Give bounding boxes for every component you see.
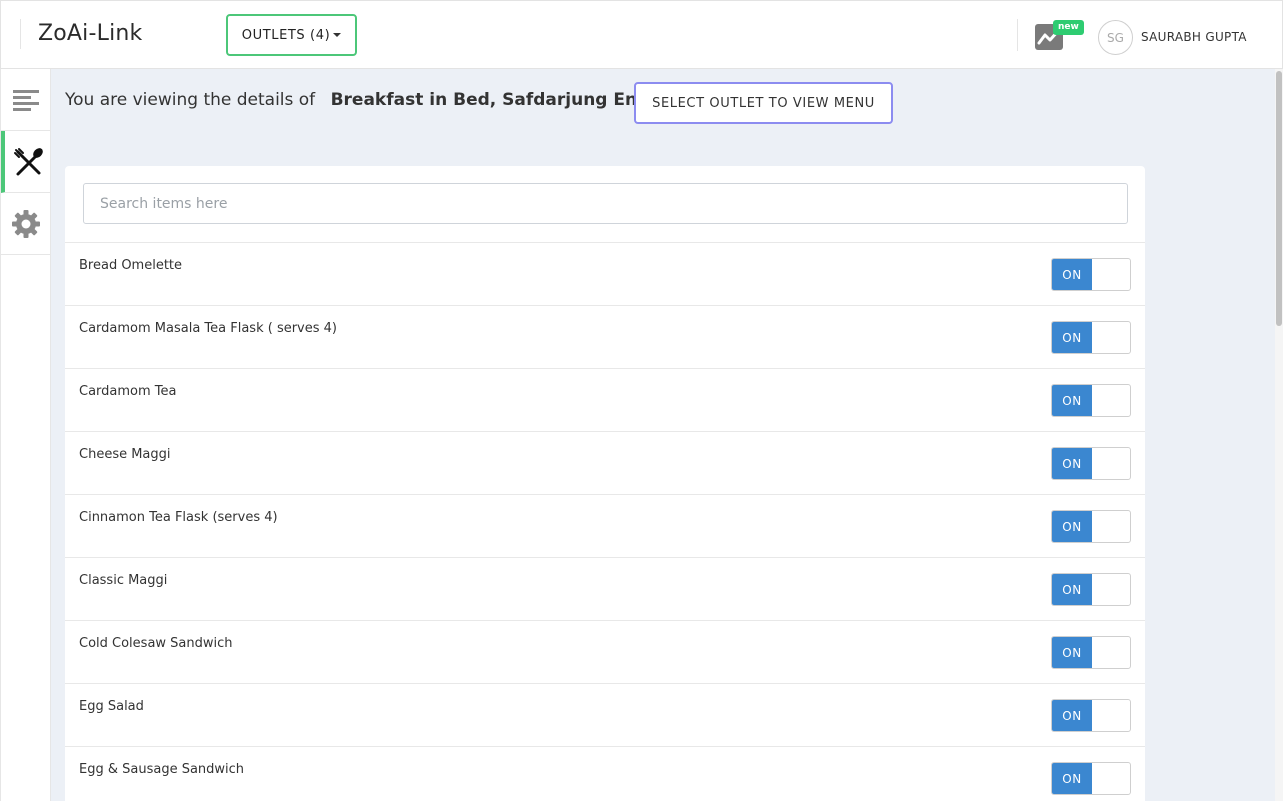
item-name: Classic Maggi xyxy=(79,573,168,588)
menu-items-panel: Bread OmeletteONCardamom Masala Tea Flas… xyxy=(65,166,1145,801)
outlets-dropdown-button[interactable]: OUTLETS (4) xyxy=(226,14,357,56)
gear-icon xyxy=(12,209,40,238)
toggle-on-label: ON xyxy=(1052,259,1092,290)
fork-knife-icon xyxy=(14,147,43,175)
list-item: Egg & Sausage Sandwich ON xyxy=(65,746,1145,801)
list-item: Cold Colesaw Sandwich ON xyxy=(65,620,1145,683)
top-bar: ZoAi-Link OUTLETS (4) new SG SAURABH GUP… xyxy=(0,0,1283,69)
new-badge: new xyxy=(1053,20,1084,35)
item-name: Cinnamon Tea Flask (serves 4) xyxy=(79,510,278,525)
toggle-on-label: ON xyxy=(1052,763,1092,794)
viewing-text: You are viewing the details of Breakfast… xyxy=(65,90,687,110)
toggle-on-label: ON xyxy=(1052,448,1092,479)
user-name[interactable]: SAURABH GUPTA xyxy=(1141,30,1247,44)
chevron-down-icon xyxy=(333,33,342,37)
sidebar-item-settings[interactable] xyxy=(1,193,51,255)
item-name: Bread Omelette xyxy=(79,258,183,273)
sidebar xyxy=(0,69,51,801)
toggle-on-label: ON xyxy=(1052,322,1092,353)
menu-items-list: Bread Omelette ON Cardamom Masala Tea Flas… xyxy=(65,242,1145,801)
availability-toggle[interactable]: ON xyxy=(1051,699,1131,732)
item-name: Cardamom Masala Tea Flask ( serves 4) xyxy=(79,321,338,336)
toggle-on-label: ON xyxy=(1052,700,1092,731)
availability-toggle[interactable]: ON xyxy=(1051,384,1131,417)
availability-toggle[interactable]: ON xyxy=(1051,573,1131,606)
item-name: Egg Salad xyxy=(79,699,144,714)
list-item: Cheese Maggi ON xyxy=(65,431,1145,494)
availability-toggle[interactable]: ON xyxy=(1051,762,1131,795)
logo-divider xyxy=(20,19,21,49)
list-item: Cinnamon Tea Flask (serves 4) ON xyxy=(65,494,1145,557)
scrollbar[interactable] xyxy=(1275,69,1283,801)
availability-toggle[interactable]: ON xyxy=(1051,447,1131,480)
scrollbar-thumb[interactable] xyxy=(1276,71,1282,326)
header-divider xyxy=(1017,19,1018,51)
list-item: Cardamom Masala Tea Flask ( serves 4) ON xyxy=(65,305,1145,368)
avatar[interactable]: SG xyxy=(1098,20,1133,55)
toggle-on-label: ON xyxy=(1052,637,1092,668)
list-item: Egg Salad ON xyxy=(65,683,1145,746)
menu-lines-icon xyxy=(13,89,39,111)
app-logo[interactable]: ZoAi-Link xyxy=(38,21,143,46)
sidebar-item-menu-items[interactable] xyxy=(1,131,51,193)
outlets-label: OUTLETS (4) xyxy=(241,27,331,43)
select-outlet-button[interactable]: SELECT OUTLET TO VIEW MENU xyxy=(634,82,893,124)
item-name: Cheese Maggi xyxy=(79,447,171,462)
toggle-on-label: ON xyxy=(1052,574,1092,605)
toggle-on-label: ON xyxy=(1052,385,1092,416)
toggle-on-label: ON xyxy=(1052,511,1092,542)
availability-toggle[interactable]: ON xyxy=(1051,510,1131,543)
viewing-prefix: You are viewing the details of xyxy=(65,90,316,110)
availability-toggle[interactable]: ON xyxy=(1051,321,1131,354)
search-input[interactable] xyxy=(83,183,1128,224)
list-item: Bread Omelette ON xyxy=(65,242,1145,305)
sidebar-item-menu[interactable] xyxy=(1,69,51,131)
availability-toggle[interactable]: ON xyxy=(1051,636,1131,669)
item-name: Cardamom Tea xyxy=(79,384,177,399)
item-name: Egg & Sausage Sandwich xyxy=(79,762,245,777)
availability-toggle[interactable]: ON xyxy=(1051,258,1131,291)
list-item: Cardamom Tea ON xyxy=(65,368,1145,431)
main-content: You are viewing the details of Breakfast… xyxy=(51,69,1275,801)
item-name: Cold Colesaw Sandwich xyxy=(79,636,233,651)
list-item: Classic Maggi ON xyxy=(65,557,1145,620)
